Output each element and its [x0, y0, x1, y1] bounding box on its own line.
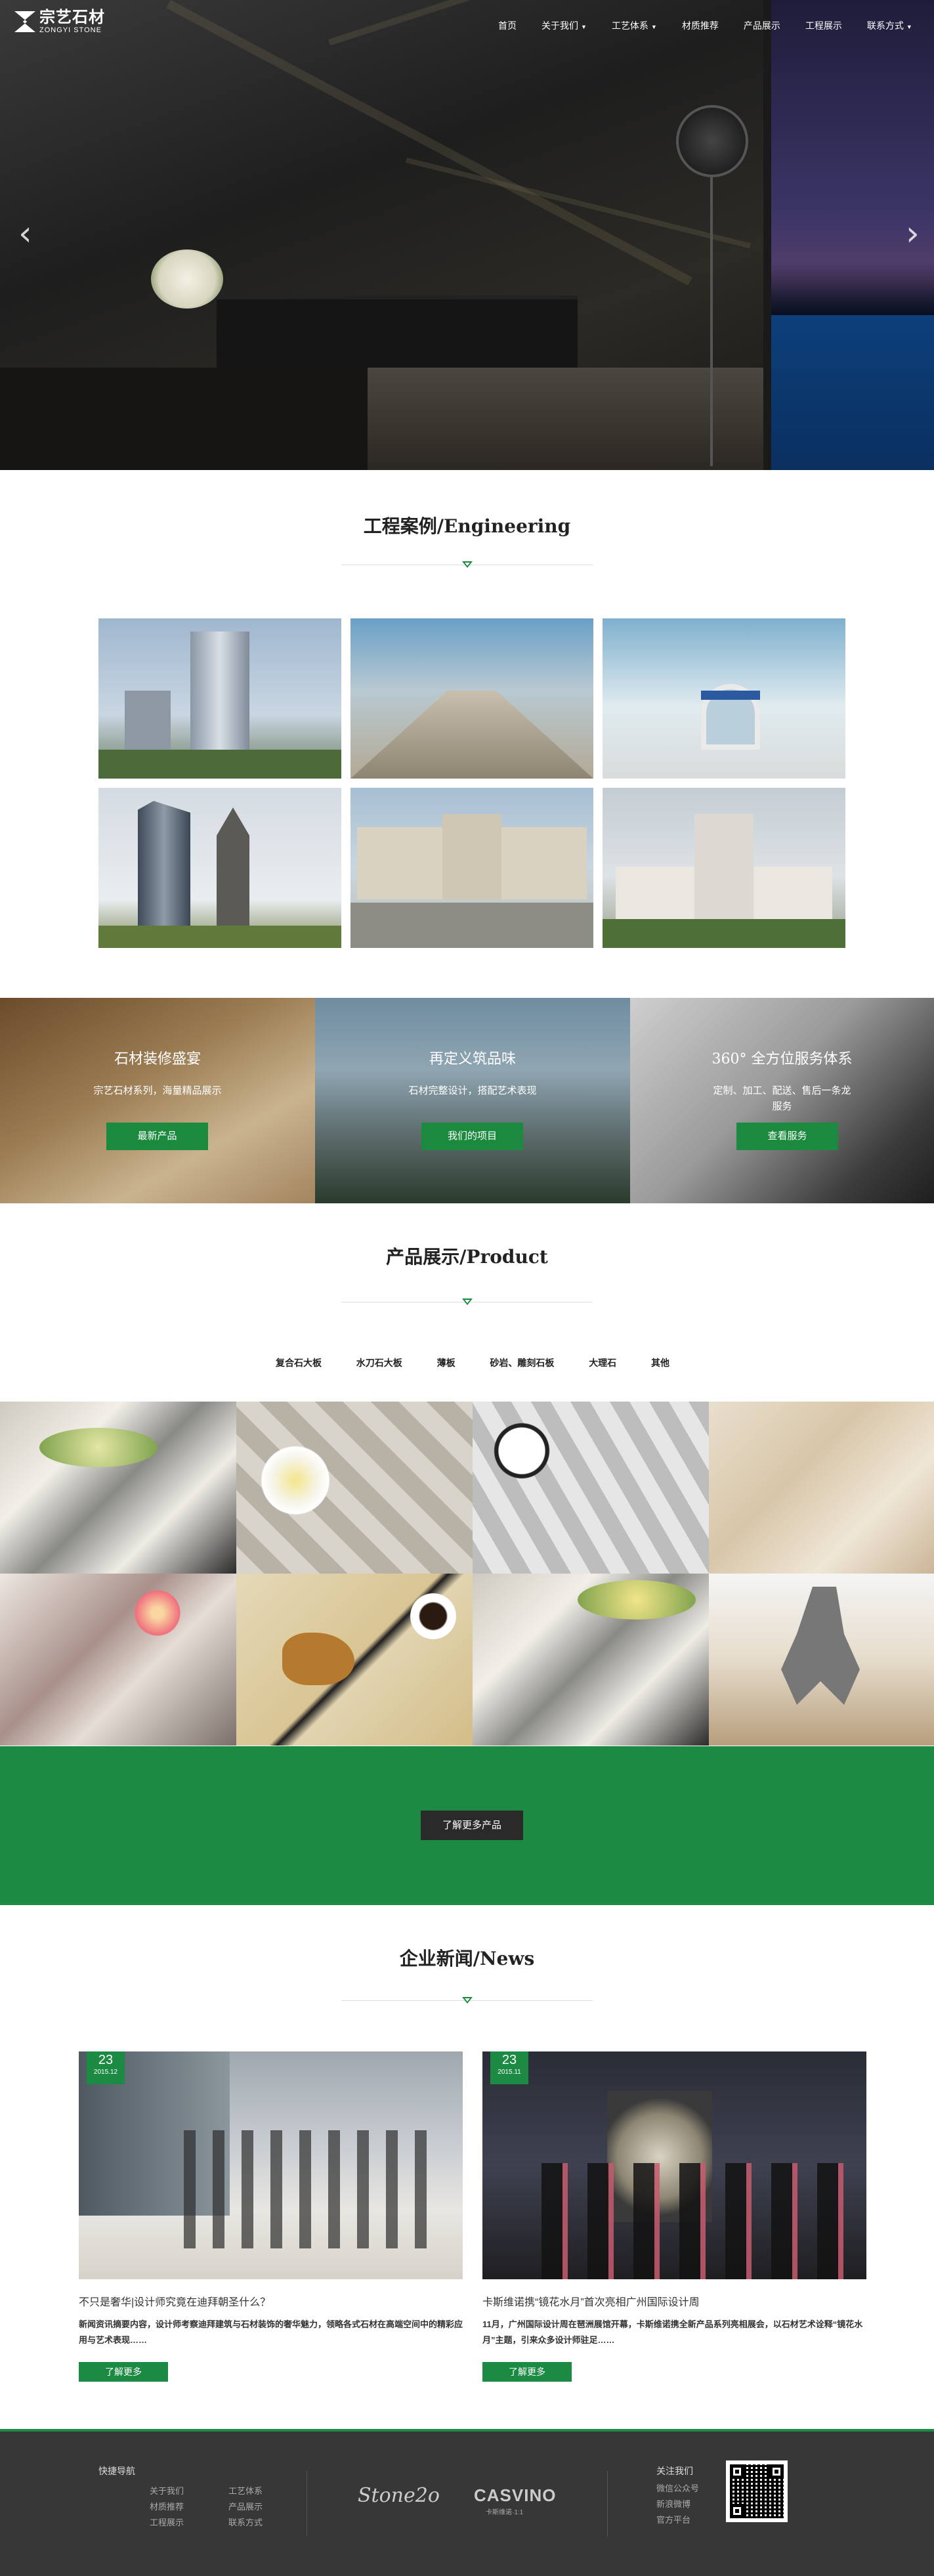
tab-marble[interactable]: 大理石: [589, 1356, 616, 1369]
follow-title: 关注我们: [656, 2466, 693, 2476]
nav-home[interactable]: 首页: [498, 19, 517, 32]
divider: [607, 2471, 608, 2537]
banner-title: 再定义筑品味: [429, 1051, 516, 1067]
main-nav: 首页 关于我们▼ 工艺体系▼ 材质推荐 产品展示 工程展示 联系方式▼ EN: [486, 19, 934, 32]
chevron-down-icon: ▼: [906, 24, 912, 30]
case-image[interactable]: [98, 788, 341, 948]
news-card[interactable]: 23 2015.11 卡斯维诺携“镜花水月”首次亮相广州国际设计周 11月，广州…: [482, 2051, 866, 2382]
product-image[interactable]: [473, 1574, 709, 1746]
case-image[interactable]: [98, 618, 341, 779]
news-title: 企业新闻/News: [399, 1948, 535, 1969]
tab-composite[interactable]: 复合石大板: [276, 1356, 322, 1369]
product-image[interactable]: [0, 1402, 236, 1574]
chevron-down-icon: ▼: [650, 24, 657, 30]
flower-vase: [151, 249, 223, 309]
footer-link[interactable]: 产品展示: [228, 2500, 263, 2512]
banner-decoration: 石材装修盛宴 宗艺石材系列，海量精品展示 最新产品: [0, 998, 315, 1203]
tab-waterjet[interactable]: 水刀石大板: [356, 1356, 402, 1369]
footer-link[interactable]: 材质推荐: [150, 2500, 184, 2512]
banner-text: 宗艺石材系列，海量精品展示: [93, 1085, 222, 1096]
nav-materials[interactable]: 材质推荐: [682, 19, 719, 32]
news-card[interactable]: 23 2015.12 不只是奢华|设计师究竟在迪拜朝圣什么？ 新闻资讯摘要内容，…: [79, 2051, 463, 2382]
prev-slide-icon[interactable]: ‹: [18, 217, 32, 251]
banner-title: 石材装修盛宴: [114, 1051, 201, 1067]
tab-thin-slab[interactable]: 薄板: [437, 1356, 456, 1369]
product-image[interactable]: [709, 1574, 934, 1746]
triangle-down-icon: [462, 1997, 473, 2004]
news-summary: 新闻资讯摘要内容，设计师考察迪拜建筑与石材装饰的奢华魅力，领略各式石材在高端空间…: [79, 2319, 463, 2345]
case-image[interactable]: [603, 788, 845, 948]
floor-lamp: [676, 105, 748, 177]
view-service-button[interactable]: 查看服务: [736, 1123, 838, 1150]
product-image[interactable]: [709, 1402, 934, 1574]
news-headline[interactable]: 不只是奢华|设计师究竟在迪拜朝圣什么？: [79, 2293, 270, 2309]
banner-text: 石材完整设计，搭配艺术表现: [408, 1085, 537, 1096]
more-products-button[interactable]: 了解更多产品: [421, 1811, 523, 1840]
footer-link[interactable]: 工艺体系: [228, 2484, 263, 2497]
nav-about[interactable]: 关于我们 ▼: [541, 19, 587, 32]
brand-logo-stone[interactable]: Stone2o: [358, 2484, 440, 2507]
hero-slide-interior: [0, 0, 767, 470]
nav-projects[interactable]: 工程展示: [805, 19, 842, 32]
banner-title: 360° 全方位服务体系: [711, 1051, 853, 1067]
nav-contact[interactable]: 联系方式 ▼: [867, 19, 912, 32]
read-more-button[interactable]: 了解更多: [79, 2362, 168, 2382]
footer: 快捷导航 关于我们 材质推荐 工程展示 工艺体系 产品展示 联系方式 Stone…: [0, 2429, 934, 2576]
brand-logo-casvino[interactable]: CASVINO: [474, 2485, 556, 2506]
brand-sub: 卡斯维诺·1:1: [486, 2509, 524, 2516]
product-tabs: 复合石大板 水刀石大板 薄板 砂岩、雕刻石板 大理石 其他: [276, 1356, 669, 1369]
latest-products-button[interactable]: 最新产品: [106, 1123, 208, 1150]
hero-slider[interactable]: ‹ › 宗艺石材 ZONGYI STONE 首页 关于我们 ▼ 工艺体系 ▼ 材质推…: [0, 0, 934, 470]
follow-item[interactable]: 新浪微博: [656, 2497, 690, 2510]
case-image[interactable]: [350, 788, 593, 948]
footer-link[interactable]: 工程展示: [150, 2516, 184, 2528]
logo-text: 宗艺石材: [39, 9, 105, 26]
logo-icon: [14, 11, 35, 32]
product-image[interactable]: [0, 1574, 236, 1746]
news-image[interactable]: 23 2015.11: [482, 2051, 866, 2279]
tab-sandstone[interactable]: 砂岩、雕刻石板: [490, 1356, 554, 1369]
tab-other[interactable]: 其他: [651, 1356, 669, 1369]
banner-text: 定制、加工、配送、售后一条龙服务: [713, 1085, 851, 1112]
product-title: 产品展示/Product: [386, 1246, 548, 1268]
triangle-down-icon: [462, 1299, 473, 1305]
date-badge: 23 2015.11: [490, 2051, 528, 2084]
next-slide-icon[interactable]: ›: [906, 217, 920, 251]
follow-item[interactable]: 微信公众号: [656, 2481, 699, 2494]
qr-code: [726, 2460, 788, 2522]
chevron-down-icon: ▼: [581, 24, 587, 30]
footer-link[interactable]: 关于我们: [150, 2484, 184, 2497]
case-image[interactable]: [350, 618, 593, 779]
news-summary: 11月，广州国际设计周在琶洲展馆开幕，卡斯维诺携全新产品系列亮相展会，以石材艺术…: [482, 2319, 863, 2345]
read-more-button[interactable]: 了解更多: [482, 2362, 572, 2382]
footer-nav-title: 快捷导航: [98, 2466, 135, 2476]
logo[interactable]: 宗艺石材 ZONGYI STONE: [14, 9, 105, 34]
product-image[interactable]: [236, 1574, 473, 1746]
banner-service: 360° 全方位服务体系 定制、加工、配送、售后一条龙服务 查看服务: [630, 998, 934, 1203]
follow-item[interactable]: 官方平台: [656, 2513, 690, 2525]
case-image[interactable]: [603, 618, 845, 779]
nav-process[interactable]: 工艺体系 ▼: [612, 19, 657, 32]
footer-link[interactable]: 联系方式: [228, 2516, 263, 2528]
news-headline[interactable]: 卡斯维诺携“镜花水月”首次亮相广州国际设计周: [482, 2293, 700, 2309]
date-badge: 23 2015.12: [87, 2051, 125, 2084]
product-image[interactable]: [473, 1402, 709, 1574]
our-projects-button[interactable]: 我们的项目: [421, 1123, 523, 1150]
engineering-title: 工程案例/Engineering: [363, 515, 571, 537]
triangle-down-icon: [462, 561, 473, 568]
nav-products[interactable]: 产品展示: [744, 19, 780, 32]
news-image[interactable]: 23 2015.12: [79, 2051, 463, 2279]
banner-architecture: 再定义筑品味 石材完整设计，搭配艺术表现 我们的项目: [315, 998, 630, 1203]
logo-subtext: ZONGYI STONE: [39, 26, 102, 34]
product-image[interactable]: [236, 1402, 473, 1574]
